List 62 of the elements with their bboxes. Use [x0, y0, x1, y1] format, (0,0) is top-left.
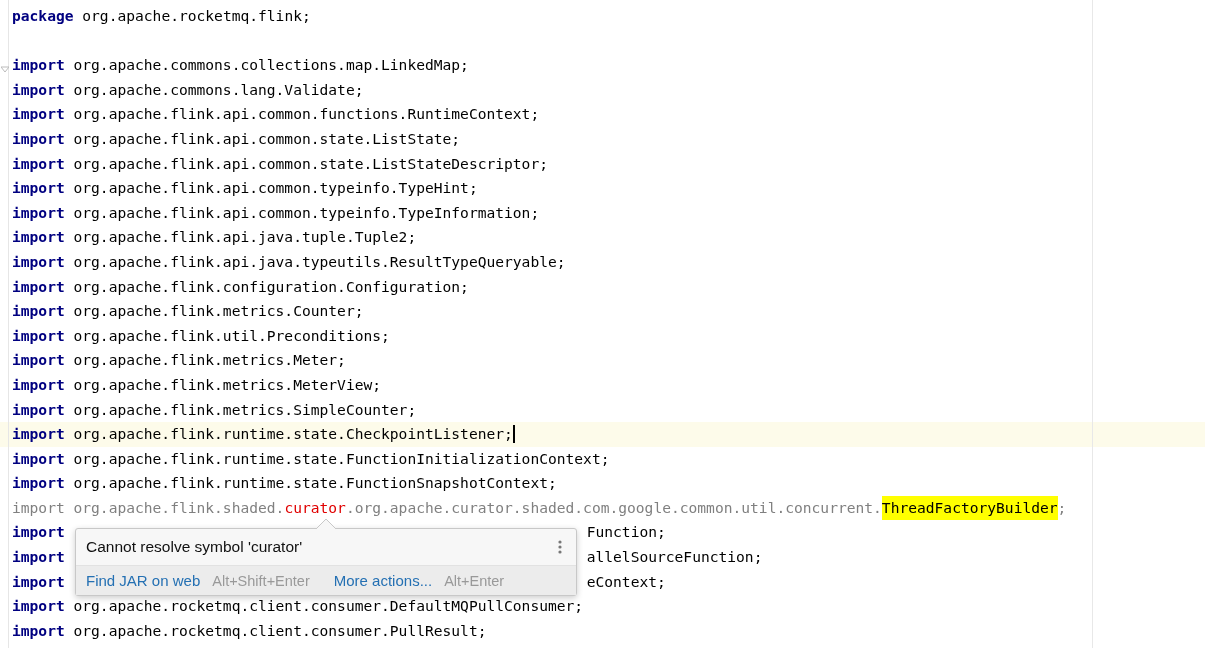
highlighted-symbol: ThreadFactoryBuilder: [881, 495, 1058, 521]
code-text: org.apache.rocketmq.client.consumer.DefaultMQPullConsumer;: [72, 596, 584, 617]
text-caret: [512, 425, 515, 444]
code-text: org.apache.rocketmq.flink;: [81, 6, 311, 26]
code-text: org.apache.flink.metrics.Counter;: [72, 301, 364, 322]
code-text: org.apache.flink.api.common.typeinfo.TypeHint;: [72, 178, 478, 199]
code-text: org.apache.flink.configuration.Configuration;: [72, 276, 469, 297]
keyword: import: [12, 596, 65, 617]
keyword: import: [12, 251, 65, 272]
keyword: import: [12, 399, 65, 420]
keyword: import: [12, 350, 65, 371]
code-text: org.apache.flink.metrics.MeterView;: [72, 374, 382, 395]
action-link[interactable]: More actions...: [333, 572, 433, 589]
keyword: import: [12, 55, 65, 76]
shortcut-hint: Alt+Enter: [444, 572, 505, 589]
keyword: import: [12, 178, 65, 199]
shortcut-hint: Alt+Shift+Enter: [212, 572, 310, 589]
code-text: org.apache.flink.api.java.typeutils.ResultTypeQueryable;: [72, 251, 566, 272]
keyword: import: [12, 79, 65, 100]
keyword: import: [12, 448, 65, 469]
keyword: import: [12, 128, 65, 149]
code-text: org.apache.flink.util.Preconditions;: [72, 325, 390, 346]
code-text: org.apache.flink.metrics.Meter;: [72, 350, 346, 371]
error-message: Cannot resolve symbol 'curator': [86, 538, 303, 556]
code-text: org.apache.flink.api.common.state.ListState;: [72, 128, 461, 149]
unused-code: ;: [1057, 497, 1067, 518]
code-text: org.apache.rocketmq.client.consumer.PullResult;: [72, 620, 487, 641]
keyword: import: [12, 153, 65, 174]
code-text: org.apache.flink.api.common.typeinfo.TypeInformation;: [72, 202, 540, 223]
code-text: org.apache.flink.runtime.state.CheckpointListener;: [72, 424, 513, 445]
keyword: import: [12, 276, 65, 297]
keyword: import: [12, 202, 65, 223]
action-link[interactable]: Find JAR on web: [86, 572, 201, 589]
code-text: org.apache.flink.metrics.SimpleCounter;: [72, 399, 417, 420]
keyword: import: [12, 301, 65, 322]
code-text: Function;: [586, 522, 666, 543]
keyword: package: [12, 6, 74, 26]
code-text: org.apache.commons.lang.Validate;: [72, 79, 364, 100]
keyword: import: [12, 227, 65, 248]
keyword: import: [12, 473, 65, 494]
unused-code: import org.apache.flink.shaded.: [12, 497, 285, 518]
code-text: org.apache.flink.runtime.state.FunctionSnapshotContext;: [72, 473, 557, 494]
code-text: org.apache.flink.api.java.tuple.Tuple2;: [72, 227, 417, 248]
code-text: org.apache.commons.collections.map.LinkedMap;: [72, 55, 469, 76]
keyword: import: [12, 522, 65, 543]
error-symbol: curator: [284, 497, 346, 518]
code-text: eContext;: [586, 571, 666, 592]
keyword: import: [12, 571, 65, 592]
code-editor[interactable]: [0, 0, 1205, 648]
code-text: org.apache.flink.api.common.functions.RuntimeContext;: [72, 104, 540, 125]
keyword: import: [12, 374, 65, 395]
code-text: org.apache.flink.api.common.state.ListStateDescriptor;: [72, 153, 548, 174]
code-text: allelSourceFunction;: [586, 547, 763, 568]
unused-code: .org.apache.curator.shaded.com.google.common.util.concurrent.: [345, 497, 882, 518]
more-icon[interactable]: [558, 540, 562, 554]
keyword: import: [12, 104, 65, 125]
keyword: import: [12, 620, 65, 641]
keyword: import: [12, 325, 65, 346]
tooltip-arrow: [316, 519, 336, 529]
keyword: import: [12, 424, 65, 445]
code-text: org.apache.flink.runtime.state.FunctionInitializationContext;: [72, 448, 610, 469]
keyword: import: [12, 547, 65, 568]
